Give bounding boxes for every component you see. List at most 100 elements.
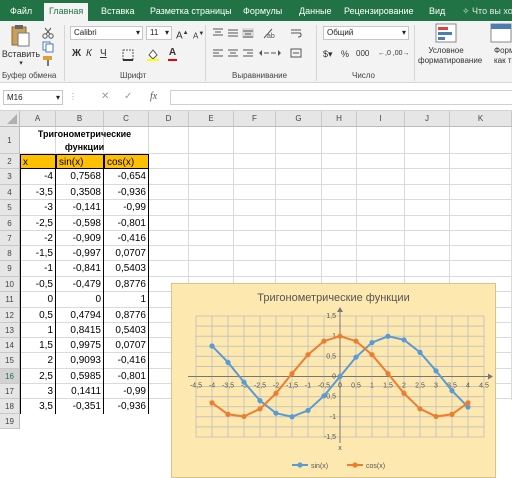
header-cell[interactable]: sin(x) (56, 154, 104, 169)
table-cell[interactable]: -0,5 (20, 277, 56, 292)
table-cell[interactable]: 2 (20, 353, 56, 369)
decrease-font-button[interactable]: A▼ (193, 28, 204, 43)
number-format-box[interactable]: Общий ▾ (323, 26, 409, 40)
row-header-12[interactable]: 12 (0, 308, 20, 323)
font-name-box[interactable]: Calibri ▾ (70, 26, 143, 40)
formula-input[interactable] (170, 90, 512, 105)
table-cell[interactable]: -0,99 (104, 384, 149, 399)
tab-view[interactable]: Вид (429, 3, 445, 21)
table-cell[interactable]: -3 (20, 200, 56, 216)
row-header-18[interactable]: 18 (0, 399, 20, 414)
merge-center-icon[interactable] (290, 48, 302, 58)
tab-formulas[interactable]: Формулы (243, 3, 282, 21)
table-cell[interactable]: -4 (20, 169, 56, 185)
row-header-4[interactable]: 4 (0, 185, 20, 200)
table-cell[interactable]: -2,5 (20, 216, 56, 231)
conditional-format-button[interactable]: Условное форматирование (418, 23, 482, 69)
font-size-box[interactable]: 11 ▾ (146, 26, 172, 40)
table-cell[interactable]: 0,7568 (56, 169, 104, 185)
table-cell[interactable]: -0,801 (104, 369, 149, 384)
fill-color-icon[interactable] (146, 48, 160, 61)
borders-icon[interactable] (122, 49, 134, 61)
table-cell[interactable]: 1,5 (20, 338, 56, 353)
table-cell[interactable]: -0,909 (56, 231, 104, 246)
column-header-B[interactable]: B (56, 111, 104, 127)
align-center-icon[interactable] (227, 48, 239, 58)
table-cell[interactable]: -0,936 (104, 185, 149, 200)
underline-button[interactable]: Ч (100, 48, 107, 60)
table-cell[interactable]: 0 (20, 292, 56, 308)
table-cell[interactable]: 3 (20, 384, 56, 399)
name-box[interactable]: M16 ▾ (3, 90, 63, 105)
row-header-10[interactable]: 10 (0, 277, 20, 292)
table-cell[interactable]: 0,5 (20, 308, 56, 323)
row-header-13[interactable]: 13 (0, 323, 20, 338)
orientation-icon[interactable]: ab (262, 27, 276, 39)
table-title[interactable]: Тригонометрические функции (20, 127, 149, 154)
table-cell[interactable]: 0,8776 (104, 308, 149, 323)
tab-file[interactable]: Файл (10, 3, 32, 21)
cancel-icon[interactable]: ✕ (101, 91, 109, 102)
row-header-2[interactable]: 2 (0, 154, 20, 169)
paste-button[interactable]: Вставить ▾ (2, 24, 40, 68)
align-bottom-icon[interactable] (242, 28, 254, 38)
column-header-I[interactable]: I (357, 111, 405, 127)
table-cell[interactable]: 0,4794 (56, 308, 104, 323)
insert-function-button[interactable]: fx (150, 91, 157, 102)
table-cell[interactable]: -3,5 (20, 185, 56, 200)
column-header-A[interactable]: A (20, 111, 56, 127)
row-header-6[interactable]: 6 (0, 216, 20, 231)
table-cell[interactable]: -0,997 (56, 246, 104, 261)
row-header-15[interactable]: 15 (0, 353, 20, 369)
header-cell[interactable]: cos(x) (104, 154, 149, 169)
header-cell[interactable]: x (20, 154, 56, 169)
enter-icon[interactable]: ✓ (124, 91, 132, 102)
currency-button[interactable]: $▾ (323, 48, 333, 60)
indent-icons[interactable] (258, 48, 282, 58)
align-middle-icon[interactable] (227, 28, 239, 38)
column-header-J[interactable]: J (405, 111, 450, 127)
table-cell[interactable]: 0,0707 (104, 338, 149, 353)
column-header-F[interactable]: F (234, 111, 276, 127)
table-cell[interactable]: 1 (104, 292, 149, 308)
table-cell[interactable]: 0,3508 (56, 185, 104, 200)
tab-insert[interactable]: Вставка (101, 3, 134, 21)
table-cell[interactable]: -0,141 (56, 200, 104, 216)
table-cell[interactable]: -1,5 (20, 246, 56, 261)
table-cell[interactable]: -0,841 (56, 261, 104, 277)
tab-data[interactable]: Данные (299, 3, 332, 21)
column-header-E[interactable]: E (189, 111, 234, 127)
table-cell[interactable]: -0,598 (56, 216, 104, 231)
row-header-17[interactable]: 17 (0, 384, 20, 399)
table-cell[interactable]: -0,479 (56, 277, 104, 292)
bold-button[interactable]: Ж (72, 48, 81, 60)
tell-me-search[interactable]: ✧ Что вы хот (462, 3, 512, 21)
table-cell[interactable]: -0,416 (104, 231, 149, 246)
table-cell[interactable]: 0,5985 (56, 369, 104, 384)
table-cell[interactable]: -2 (20, 231, 56, 246)
wrap-text-icon[interactable] (290, 28, 302, 38)
table-cell[interactable]: -0,99 (104, 200, 149, 216)
row-header-8[interactable]: 8 (0, 246, 20, 261)
row-header-9[interactable]: 9 (0, 261, 20, 277)
worksheet-grid[interactable]: ABCDEFGHIJK 1 2 3 4 5 6 7 8 9 10 11 12 13 14 15 16 17 18 1… (0, 111, 512, 478)
row-header-19[interactable]: 19 (0, 414, 20, 429)
increase-font-button[interactable]: A▲ (176, 27, 189, 42)
decimal-buttons[interactable]: ←,0 ,00→ (378, 48, 410, 60)
table-cell[interactable]: 0,8415 (56, 323, 104, 338)
table-cell[interactable]: -0,351 (56, 399, 104, 414)
table-cell[interactable]: 1 (20, 323, 56, 338)
row-header-11[interactable]: 11 (0, 292, 20, 308)
format-as-table-button[interactable]: Форм как т (478, 23, 512, 69)
percent-button[interactable]: % (341, 48, 349, 60)
tab-page-layout[interactable]: Разметка страницы (150, 3, 232, 21)
column-header-K[interactable]: K (450, 111, 512, 127)
table-cell[interactable]: 3,5 (20, 399, 56, 414)
cut-icon[interactable] (42, 27, 54, 39)
italic-button[interactable]: К (86, 48, 92, 60)
align-right-icon[interactable] (242, 48, 254, 58)
table-cell[interactable]: -0,801 (104, 216, 149, 231)
table-cell[interactable]: -0,416 (104, 353, 149, 369)
table-cell[interactable]: 2,5 (20, 369, 56, 384)
select-all-corner[interactable] (0, 111, 20, 127)
